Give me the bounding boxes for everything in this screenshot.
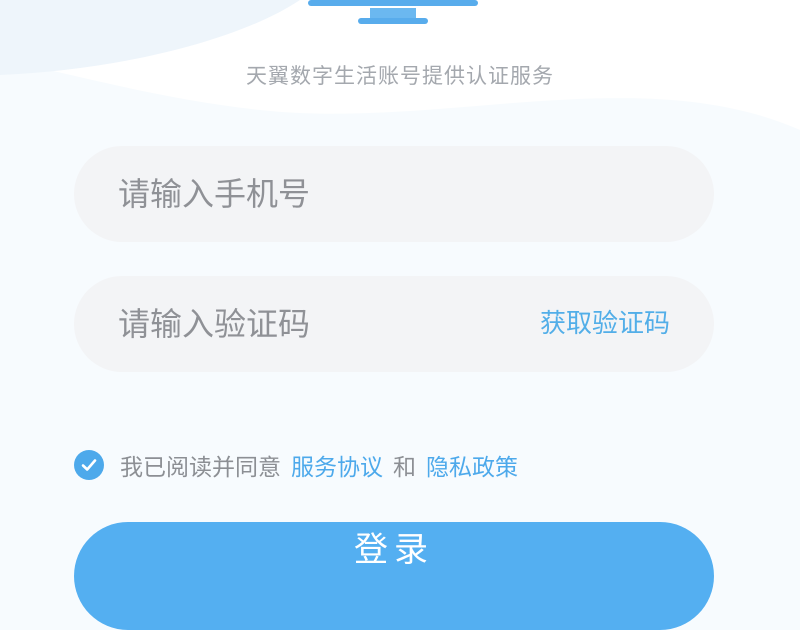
agreement-checkbox[interactable]	[74, 450, 104, 480]
verification-code-input[interactable]	[118, 276, 538, 372]
agreement-conjunction: 和	[393, 455, 416, 481]
phone-input[interactable]	[118, 146, 538, 242]
auth-provider-subtitle: 天翼数字生活账号提供认证服务	[246, 64, 554, 88]
phone-field[interactable]	[74, 146, 714, 242]
login-button[interactable]: 登录	[74, 522, 714, 630]
agreement-row: 我已阅读并同意 服务协议 和 隐私政策	[74, 448, 528, 482]
service-agreement-link[interactable]: 服务协议	[291, 448, 383, 482]
code-field[interactable]: 获取验证码	[74, 276, 714, 372]
agreement-prefix: 我已阅读并同意	[120, 455, 281, 481]
monitor-icon	[308, 0, 478, 24]
check-icon	[81, 459, 97, 471]
get-code-button[interactable]: 获取验证码	[540, 276, 670, 372]
privacy-policy-link[interactable]: 隐私政策	[426, 448, 518, 482]
